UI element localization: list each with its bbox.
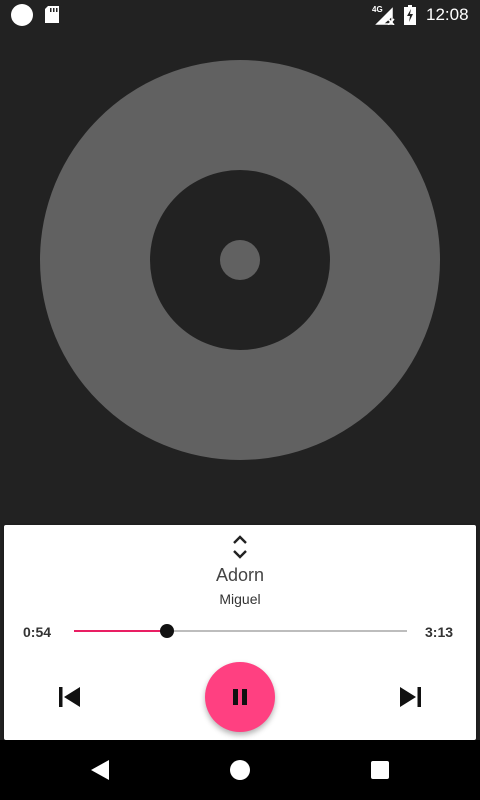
- network-indicator: 4G: [372, 5, 396, 25]
- total-duration: 3:13: [425, 624, 454, 640]
- player-card: Adorn Miguel 0:54 3:13: [4, 525, 476, 740]
- pause-icon: [233, 689, 247, 705]
- status-bar: 4G 12:08: [0, 0, 480, 30]
- song-title: Adorn: [215, 565, 265, 585]
- play-pause-button[interactable]: [205, 662, 275, 732]
- recents-square-icon[interactable]: [370, 760, 390, 780]
- skip-next-icon[interactable]: [392, 679, 428, 715]
- elapsed-time: 0:54: [23, 624, 52, 640]
- song-artist: Miguel: [219, 591, 261, 607]
- seek-progress: [74, 630, 168, 632]
- sd-card-icon: [45, 6, 59, 23]
- skip-previous-icon[interactable]: [52, 679, 88, 715]
- navigation-bar: [0, 740, 480, 800]
- status-time: 12:08: [426, 5, 469, 24]
- seek-thumb[interactable]: [160, 624, 175, 638]
- home-circle-icon[interactable]: [229, 759, 251, 781]
- signal-off-icon: [375, 7, 395, 25]
- back-triangle-icon[interactable]: [89, 758, 111, 782]
- album-art-placeholder: [40, 60, 440, 460]
- unfold-more-icon[interactable]: [230, 533, 250, 561]
- album-art-area: [0, 30, 480, 520]
- seek-bar[interactable]: [74, 624, 407, 638]
- battery-charging-icon: [404, 5, 416, 25]
- music-player-screen: 4G 12:08 Adorn Miguel 0:54 3:13: [0, 0, 480, 800]
- circle-icon: [11, 4, 33, 26]
